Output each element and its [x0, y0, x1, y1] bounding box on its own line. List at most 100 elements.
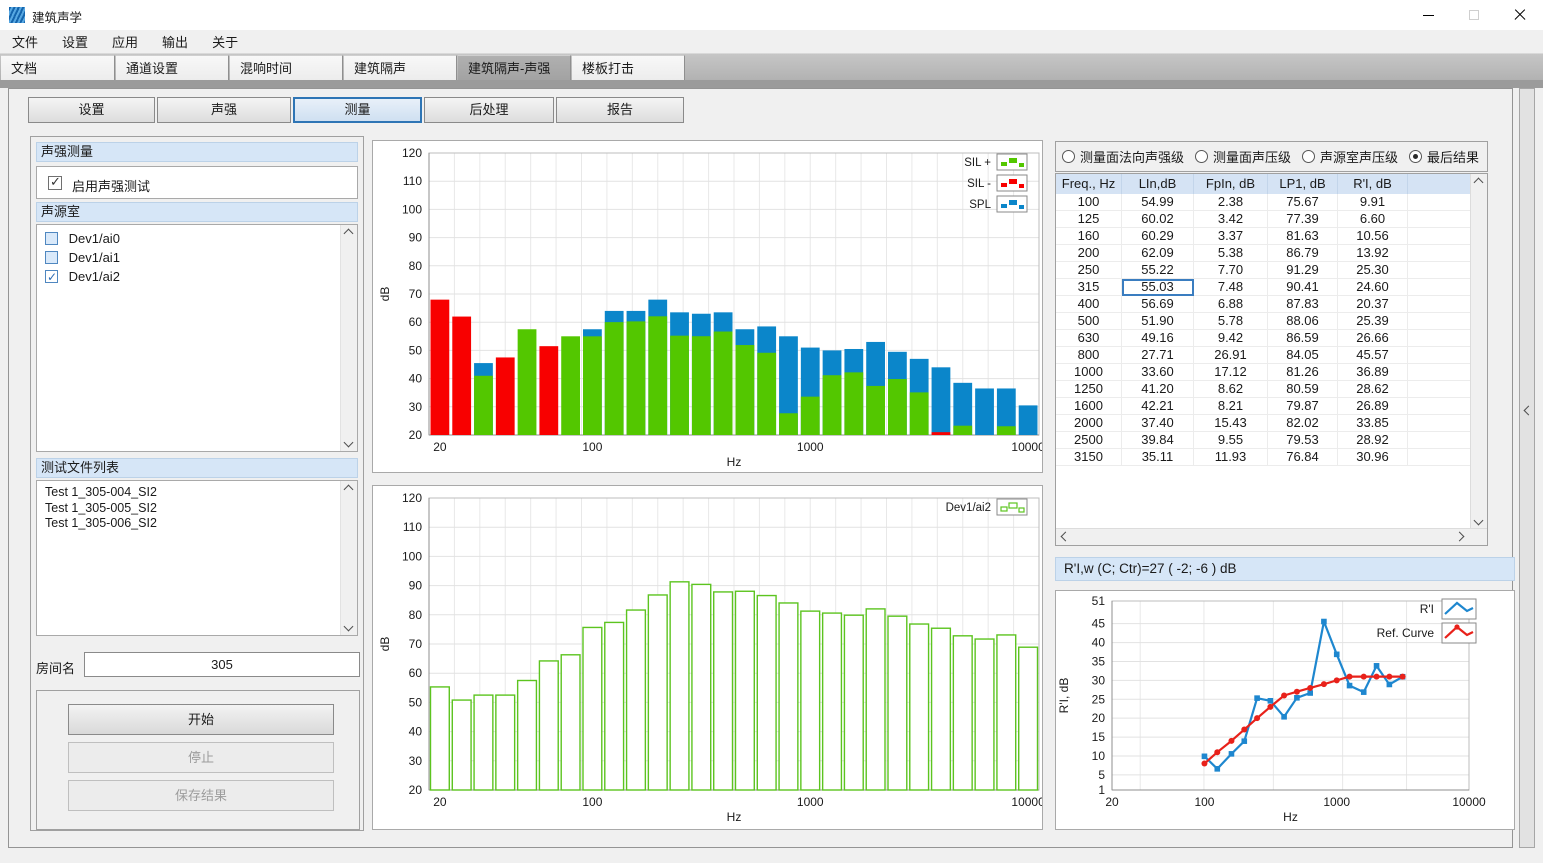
- table-row[interactable]: 12560.023.4277.396.60: [1056, 211, 1472, 228]
- radio-option[interactable]: 测量面声压级: [1195, 147, 1291, 166]
- table-cell: 9.91: [1338, 194, 1408, 211]
- table-cell: 125: [1056, 211, 1122, 228]
- menu-item[interactable]: 输出: [150, 30, 200, 54]
- table-cell: 62.09: [1122, 245, 1194, 262]
- sub-tab-4[interactable]: 报告: [556, 97, 684, 123]
- scroll-down-icon: [344, 438, 354, 448]
- table-cell: 6.88: [1194, 296, 1268, 313]
- table-row[interactable]: 125041.208.6280.5928.62: [1056, 381, 1472, 398]
- table-row[interactable]: 200037.4015.4382.0233.85: [1056, 415, 1472, 432]
- table-row[interactable]: 20062.095.3886.7913.92: [1056, 245, 1472, 262]
- channel-list-item[interactable]: Dev1/ai0: [37, 229, 357, 248]
- save-result-button[interactable]: 保存结果: [68, 780, 334, 811]
- menu-item[interactable]: 文件: [0, 30, 50, 54]
- minimize-button[interactable]: [1405, 0, 1451, 30]
- sub-tab-1[interactable]: 声强: [157, 97, 291, 123]
- channel-checkbox[interactable]: [45, 251, 58, 264]
- file-list-scrollbar[interactable]: [340, 481, 357, 635]
- table-cell: 1600: [1056, 398, 1122, 415]
- channel-list-item[interactable]: Dev1/ai2: [37, 267, 357, 286]
- svg-text:Hz: Hz: [1283, 810, 1298, 824]
- table-cell: 3150: [1056, 449, 1122, 466]
- table-cell: 13.92: [1338, 245, 1408, 262]
- enable-box: 启用声强测试: [36, 166, 358, 199]
- table-row[interactable]: 160042.218.2179.8726.89: [1056, 398, 1472, 415]
- svg-text:80: 80: [409, 608, 423, 622]
- radio-option[interactable]: 声源室声压级: [1302, 147, 1398, 166]
- file-list-item[interactable]: Test 1_305-005_SI2: [37, 501, 357, 517]
- result-view-radio-group: 测量面法向声强级 测量面声压级声源室声压级最后结果: [1055, 141, 1488, 172]
- radio-label: 测量面声压级: [1213, 147, 1291, 166]
- table-row[interactable]: 50051.905.7888.0625.39: [1056, 313, 1472, 330]
- table-row[interactable]: 31555.037.4890.4124.60: [1056, 279, 1472, 296]
- table-vertical-scrollbar[interactable]: [1470, 174, 1487, 529]
- section-title-source-room: 声源室: [36, 202, 358, 222]
- table-cell: 200: [1056, 245, 1122, 262]
- table-row[interactable]: 16060.293.3781.6310.56: [1056, 228, 1472, 245]
- table-row[interactable]: 25055.227.7091.2925.30: [1056, 262, 1472, 279]
- panel-collapse-handle[interactable]: [1519, 88, 1535, 848]
- table-cell: 42.21: [1122, 398, 1194, 415]
- svg-text:Dev1/ai2: Dev1/ai2: [946, 502, 991, 514]
- table-cell: 500: [1056, 313, 1122, 330]
- channel-checkbox[interactable]: [45, 270, 58, 283]
- file-list-item[interactable]: Test 1_305-004_SI2: [37, 485, 357, 501]
- table-header-row: Freq., HzLIn,dBFpIn, dBLP1, dBR'I, dB: [1056, 174, 1472, 194]
- stop-button[interactable]: 停止: [68, 742, 334, 773]
- table-row[interactable]: 80027.7126.9184.0545.57: [1056, 347, 1472, 364]
- channel-list-scrollbar[interactable]: [340, 225, 357, 451]
- table-cell: 250: [1056, 262, 1122, 279]
- table-cell: 2.38: [1194, 194, 1268, 211]
- table-row[interactable]: 250039.849.5579.5328.92: [1056, 432, 1472, 449]
- table-cell: 55.03: [1122, 279, 1194, 296]
- file-list-item[interactable]: Test 1_305-006_SI2: [37, 516, 357, 532]
- table-row[interactable]: 40056.696.8887.8320.37: [1056, 296, 1472, 313]
- svg-text:20: 20: [1105, 795, 1119, 809]
- main-tab[interactable]: 建筑隔声: [344, 55, 457, 81]
- main-tab[interactable]: 楼板打击: [572, 55, 685, 81]
- svg-text:5: 5: [1098, 768, 1105, 782]
- table-row[interactable]: 100033.6017.1281.2636.89: [1056, 364, 1472, 381]
- table-cell: 33.85: [1338, 415, 1408, 432]
- svg-text:dB: dB: [378, 637, 392, 652]
- radio-option[interactable]: 最后结果: [1409, 147, 1479, 166]
- channel-list-item[interactable]: Dev1/ai1: [37, 248, 357, 267]
- main-tab[interactable]: 混响时间: [230, 55, 343, 81]
- table-cell: 2000: [1056, 415, 1122, 432]
- close-button[interactable]: [1497, 0, 1543, 30]
- channel-checkbox[interactable]: [45, 232, 58, 245]
- room-name-input[interactable]: 305: [84, 652, 360, 677]
- table-header-cell: FpIn, dB: [1194, 174, 1268, 194]
- scroll-right-icon: [1455, 532, 1465, 542]
- svg-text:50: 50: [409, 695, 423, 709]
- start-button[interactable]: 开始: [68, 704, 334, 735]
- radio-circle[interactable]: [1409, 150, 1422, 163]
- table-cell: 55.22: [1122, 262, 1194, 279]
- svg-text:100: 100: [1194, 795, 1214, 809]
- menu-item[interactable]: 应用: [100, 30, 150, 54]
- table-header-cell: R'I, dB: [1338, 174, 1408, 194]
- radio-circle[interactable]: [1302, 150, 1315, 163]
- enable-intensity-checkbox[interactable]: [48, 176, 62, 190]
- table-row[interactable]: 63049.169.4286.5926.66: [1056, 330, 1472, 347]
- sub-tab-3[interactable]: 后处理: [424, 97, 554, 123]
- table-cell: 315: [1056, 279, 1122, 296]
- menu-item[interactable]: 设置: [50, 30, 100, 54]
- table-cell: 51.90: [1122, 313, 1194, 330]
- table-cell: 35.11: [1122, 449, 1194, 466]
- table-row[interactable]: 10054.992.3875.679.91: [1056, 194, 1472, 211]
- main-tab[interactable]: 建筑隔声-声强: [458, 55, 571, 81]
- radio-circle[interactable]: [1195, 150, 1208, 163]
- main-tab[interactable]: 文档: [1, 55, 115, 81]
- table-row[interactable]: 315035.1111.9376.8430.96: [1056, 449, 1472, 466]
- radio-option[interactable]: 测量面法向声强级: [1062, 147, 1184, 166]
- maximize-button[interactable]: [1451, 0, 1497, 30]
- radio-circle[interactable]: [1062, 150, 1075, 163]
- menu-item[interactable]: 关于: [200, 30, 250, 54]
- table-horizontal-scrollbar[interactable]: [1056, 528, 1487, 545]
- table-cell: 11.93: [1194, 449, 1268, 466]
- sub-tab-0[interactable]: 设置: [28, 97, 155, 123]
- main-tab[interactable]: 通道设置: [116, 55, 229, 81]
- table-cell: 17.12: [1194, 364, 1268, 381]
- sub-tab-2[interactable]: 测量: [293, 97, 422, 123]
